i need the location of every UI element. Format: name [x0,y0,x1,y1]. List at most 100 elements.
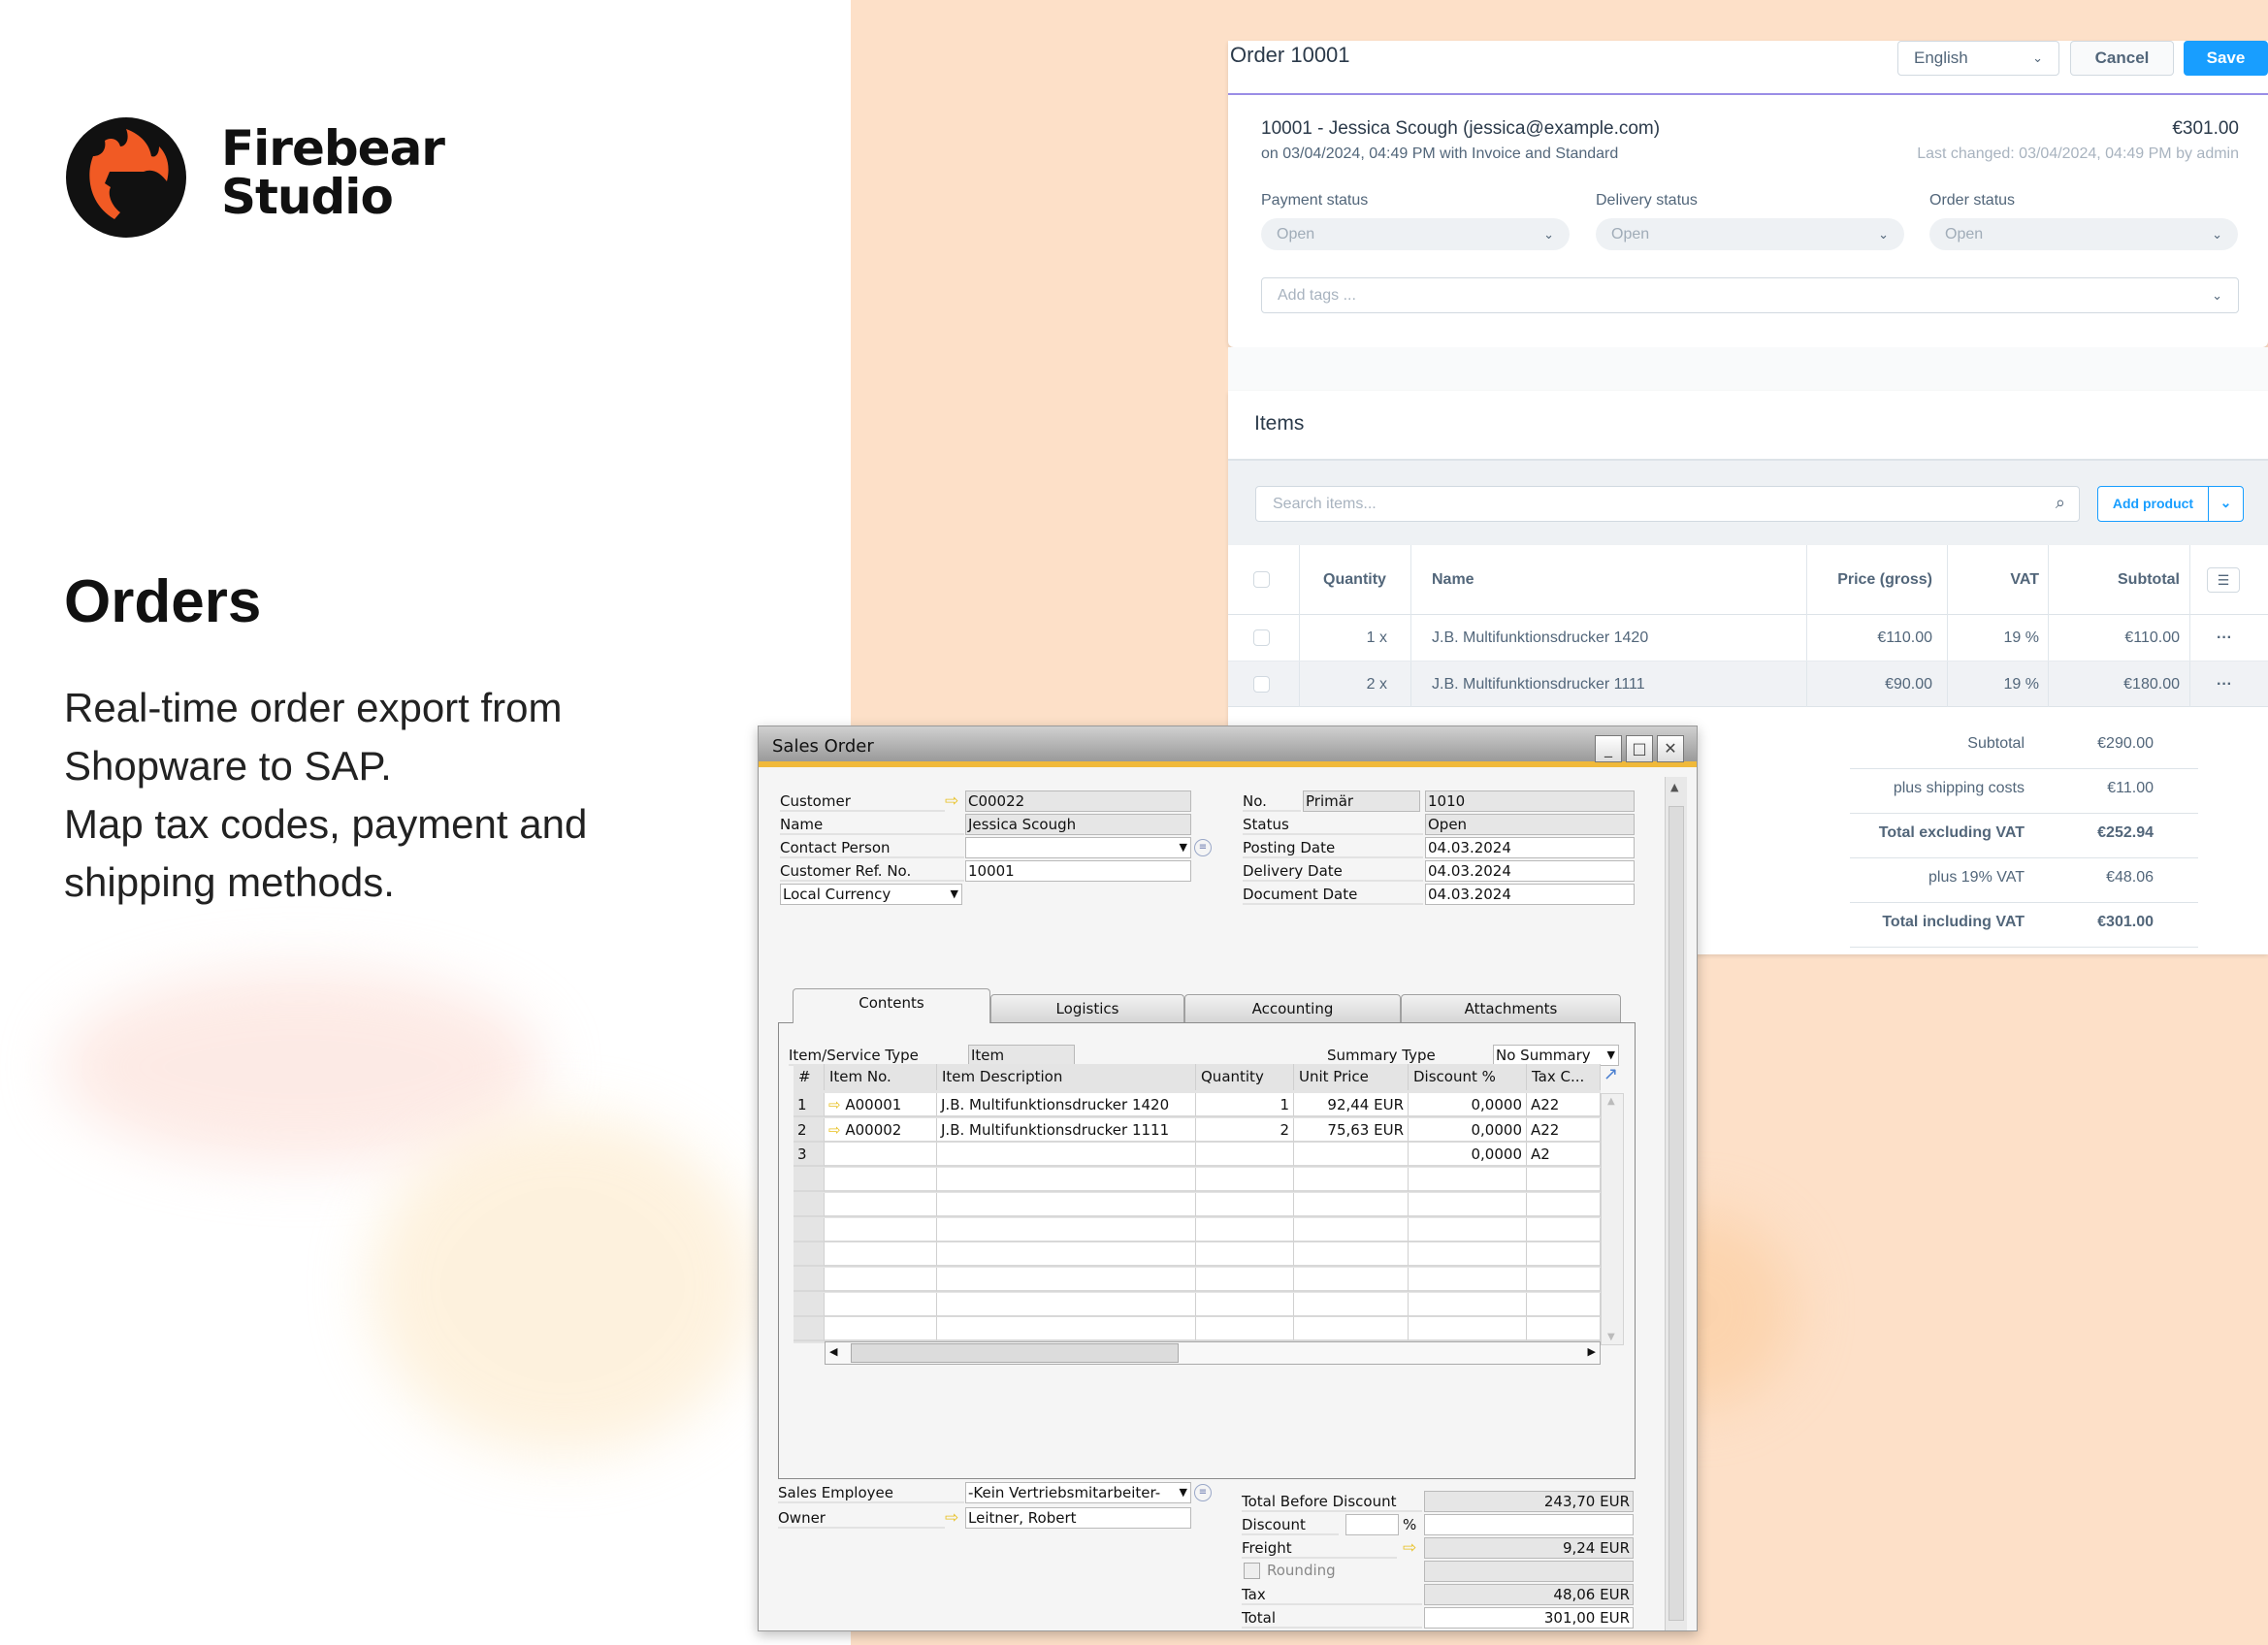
grid-cell[interactable] [1527,1168,1601,1193]
grid-horizontal-scrollbar[interactable]: ◀ ▶ [825,1341,1601,1365]
freight-field[interactable]: 9,24 EUR [1424,1537,1634,1559]
scroll-up-icon[interactable]: ▲ [1670,781,1678,793]
grid-column-header[interactable]: Quantity [1196,1064,1294,1090]
grid-cell[interactable]: 0,0000 [1409,1117,1527,1143]
save-button[interactable]: Save [2184,41,2268,76]
column-vat[interactable]: VAT [1947,545,2039,615]
grid-cell[interactable]: J.B. Multifunktionsdrucker 1111 [937,1117,1196,1143]
grid-cell[interactable] [825,1217,937,1242]
order-status-select[interactable]: Open ⌄ [1929,218,2238,250]
grid-cell[interactable] [1196,1143,1294,1168]
minimize-icon[interactable]: _ [1595,735,1622,762]
cancel-button[interactable]: Cancel [2070,41,2174,76]
row-checkbox[interactable] [1253,629,1270,646]
grid-column-header[interactable]: Discount % [1409,1064,1527,1090]
series-field[interactable]: Primär [1303,790,1420,812]
grid-cell[interactable] [1294,1267,1409,1292]
grid-row[interactable] [794,1168,1601,1193]
list-icon[interactable]: ≡ [1194,1484,1212,1501]
grid-cell[interactable]: A22 [1527,1117,1601,1143]
cell-name[interactable]: J.B. Multifunktionsdrucker 1420 [1432,615,1648,661]
link-arrow-icon[interactable]: ⇨ [828,1096,845,1113]
grid-row[interactable] [794,1217,1601,1242]
link-arrow-icon[interactable]: ⇨ [945,1507,958,1529]
grid-cell[interactable]: 2 [1196,1117,1294,1143]
grid-column-header[interactable]: Tax C... [1527,1064,1601,1090]
window-title-bar[interactable]: Sales Order _ □ ✕ [759,726,1697,767]
posting-date-field[interactable]: 04.03.2024 [1425,837,1635,858]
grid-cell[interactable] [825,1267,937,1292]
grid-column-header[interactable]: Item Description [937,1064,1196,1090]
grid-cell[interactable] [1409,1292,1527,1317]
grid-cell[interactable] [825,1317,937,1342]
grid-cell[interactable] [1196,1267,1294,1292]
tab-accounting[interactable]: Accounting [1184,994,1401,1022]
grid-column-header[interactable]: Item No. [825,1064,937,1090]
grid-cell[interactable] [1196,1292,1294,1317]
add-product-button[interactable]: Add product ⌄ [2097,486,2244,522]
grid-cell[interactable] [1196,1168,1294,1193]
grid-cell[interactable] [1294,1168,1409,1193]
name-field[interactable]: Jessica Scough [965,814,1191,835]
scroll-right-icon[interactable]: ▶ [1588,1345,1596,1358]
scrollbar-thumb[interactable] [1669,806,1684,1621]
grid-cell[interactable]: A2 [1527,1143,1601,1168]
customer-field[interactable]: C00022 [965,790,1191,812]
scroll-down-icon[interactable]: ▼ [1607,1332,1615,1342]
scrollbar-thumb[interactable] [851,1343,1179,1363]
grid-cell[interactable] [1196,1242,1294,1268]
row-checkbox[interactable] [1253,676,1270,693]
tab-attachments[interactable]: Attachments [1401,994,1621,1022]
owner-field[interactable]: Leitner, Robert [965,1507,1191,1529]
grid-cell[interactable] [1409,1267,1527,1292]
grid-cell[interactable]: 0,0000 [1409,1093,1527,1117]
rounding-checkbox[interactable] [1244,1563,1260,1579]
grid-cell[interactable] [1409,1192,1527,1217]
maximize-icon[interactable]: □ [1626,735,1653,762]
language-select[interactable]: English ⌄ [1897,41,2059,76]
scroll-up-icon[interactable]: ▲ [1607,1096,1615,1107]
cell-name[interactable]: J.B. Multifunktionsdrucker 1111 [1432,661,1645,708]
link-arrow-icon[interactable]: ⇨ [945,790,958,812]
grid-row[interactable]: 1 ⇨ A00001 J.B. Multifunktionsdrucker 1420… [794,1093,1601,1117]
grid-row[interactable] [794,1242,1601,1268]
document-date-field[interactable]: 04.03.2024 [1425,884,1635,905]
doc-number-field[interactable]: 1010 [1425,790,1635,812]
grid-row[interactable] [794,1317,1601,1342]
discount-field[interactable] [1424,1514,1634,1535]
grid-cell[interactable] [937,1292,1196,1317]
grid-cell[interactable]: 75,63 EUR [1294,1117,1409,1143]
grid-cell[interactable] [1409,1168,1527,1193]
column-settings-icon[interactable]: ☰ [2207,567,2240,593]
grid-cell[interactable] [937,1192,1196,1217]
grid-row[interactable] [794,1292,1601,1317]
column-subtotal[interactable]: Subtotal [2048,545,2180,615]
row-actions-icon[interactable]: ··· [2208,661,2241,708]
item-type-field[interactable]: Item [968,1045,1075,1066]
grid-cell[interactable] [937,1217,1196,1242]
grid-cell[interactable]: J.B. Multifunktionsdrucker 1420 [937,1093,1196,1117]
close-icon[interactable]: ✕ [1657,735,1684,762]
contact-person-select[interactable]: ▼ [965,837,1191,858]
tags-input[interactable]: Add tags ... ⌄ [1261,277,2239,313]
grid-cell[interactable] [937,1267,1196,1292]
column-price[interactable]: Price (gross) [1806,545,1932,615]
grid-cell[interactable] [1527,1217,1601,1242]
grid-cell[interactable]: 0,0000 [1409,1143,1527,1168]
customer-ref-field[interactable]: 10001 [965,860,1191,882]
grid-cell[interactable] [825,1242,937,1268]
grid-cell[interactable] [1196,1317,1294,1342]
grid-cell[interactable] [825,1292,937,1317]
grid-cell[interactable]: 92,44 EUR [1294,1093,1409,1117]
grid-cell[interactable] [1294,1143,1409,1168]
grid-cell[interactable] [937,1143,1196,1168]
grid-cell[interactable] [937,1168,1196,1193]
grid-cell[interactable] [825,1143,937,1168]
grid-cell[interactable]: ⇨ A00001 [825,1093,937,1117]
grid-cell[interactable] [825,1168,937,1193]
grid-cell[interactable]: A22 [1527,1093,1601,1117]
grid-cell[interactable] [1527,1267,1601,1292]
grid-cell[interactable] [1409,1242,1527,1268]
grid-row[interactable]: 3 0,0000 A2 [794,1143,1601,1168]
column-quantity[interactable]: Quantity [1299,545,1410,615]
